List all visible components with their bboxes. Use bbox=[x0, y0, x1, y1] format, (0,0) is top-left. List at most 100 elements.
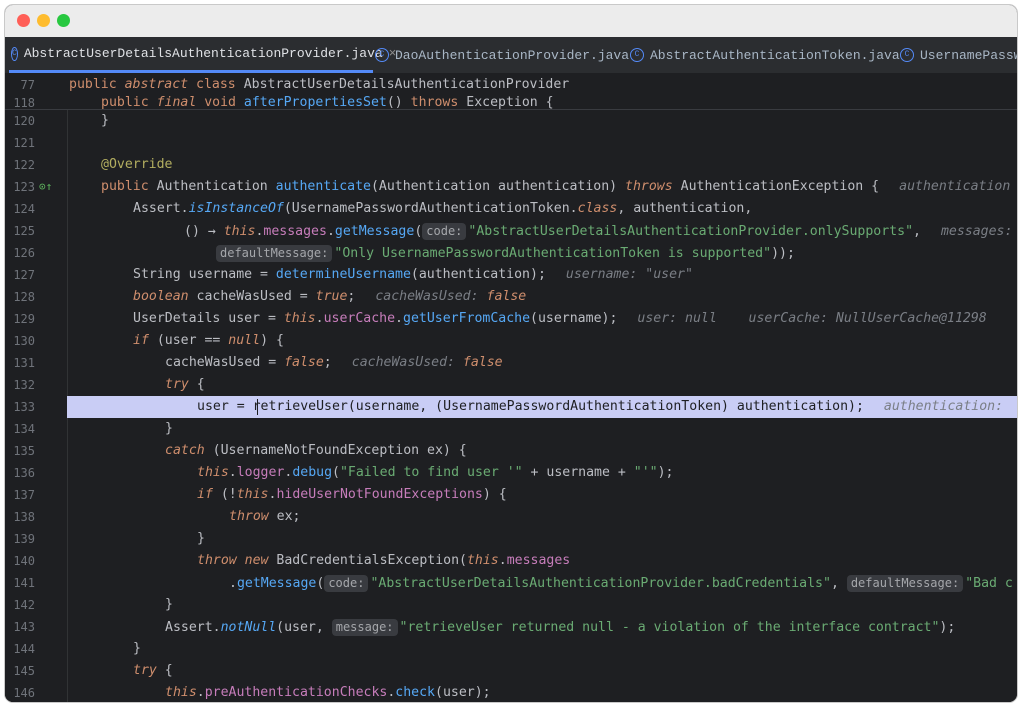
code-row: 127 String username = determineUsername(a… bbox=[5, 264, 1017, 286]
code-line: public abstract class AbstractUserDetail… bbox=[69, 77, 570, 92]
code-token: "Bad c bbox=[965, 576, 1013, 591]
code-token: userCache bbox=[323, 311, 396, 326]
line-number[interactable]: 125 bbox=[5, 224, 35, 238]
line-number[interactable]: 130 bbox=[5, 334, 35, 348]
code-line: String username = determineUsername(auth… bbox=[133, 267, 693, 282]
line-number[interactable]: 124 bbox=[5, 202, 35, 216]
parameter-hint: code: bbox=[324, 575, 369, 592]
code-line: throw ex; bbox=[229, 509, 300, 524]
line-number[interactable]: 128 bbox=[5, 290, 35, 304]
sticky-scroll-header[interactable]: 77 public abstract class AbstractUserDet… bbox=[5, 73, 1017, 110]
code-line: } bbox=[165, 597, 173, 612]
line-number[interactable]: 129 bbox=[5, 312, 35, 326]
code-token: "'" bbox=[633, 465, 658, 480]
code-token: this bbox=[165, 685, 197, 700]
tab-username-password[interactable]: C UsernamePasswo bbox=[900, 37, 1017, 73]
code-token: notNull bbox=[220, 620, 277, 635]
code-token: class bbox=[577, 201, 618, 216]
java-class-icon: C bbox=[900, 48, 914, 62]
line-number[interactable]: 121 bbox=[5, 136, 35, 150]
line-number[interactable]: 139 bbox=[5, 532, 35, 546]
code-token: throw bbox=[229, 509, 277, 524]
inline-debug-value: cacheWasUsed: bbox=[375, 289, 487, 304]
line-number[interactable]: 136 bbox=[5, 466, 35, 480]
inline-debug-value: authentication bbox=[899, 179, 1011, 194]
line-number[interactable]: 131 bbox=[5, 356, 35, 370]
code-row: 142} bbox=[5, 594, 1017, 616]
inline-debug-value: authentication: bbox=[883, 399, 1004, 414]
code-token: if bbox=[197, 487, 221, 502]
code-token: } bbox=[197, 531, 205, 546]
code-token: Authentication bbox=[156, 179, 276, 194]
code-line: defaultMessage: "Only UsernamePasswordAut… bbox=[216, 245, 795, 262]
code-token: "AbstractUserDetailsAuthenticationProvid… bbox=[468, 224, 914, 239]
code-token: UserDetails user = bbox=[133, 311, 284, 326]
code-line: try { bbox=[133, 663, 173, 678]
code-token: preAuthenticationChecks bbox=[204, 685, 388, 700]
line-number[interactable]: 140 bbox=[5, 554, 35, 568]
code-row: 145 try { bbox=[5, 660, 1017, 682]
code-row: 130 if (user == null) { bbox=[5, 330, 1017, 352]
code-token: } bbox=[101, 113, 109, 128]
line-number[interactable]: 127 bbox=[5, 268, 35, 282]
sticky-line: 118 public final void afterPropertiesSet… bbox=[5, 93, 1017, 109]
parameter-hint: defaultMessage: bbox=[216, 245, 333, 262]
code-row: 122 @Override bbox=[5, 154, 1017, 176]
line-number: 77 bbox=[20, 78, 35, 92]
code-token: ex; bbox=[276, 509, 301, 524]
tab-abstract-auth-token[interactable]: C AbstractAuthenticationToken.java bbox=[630, 37, 900, 73]
code-line: } bbox=[101, 113, 109, 128]
line-number[interactable]: 144 bbox=[5, 642, 35, 656]
line-number[interactable]: 132 bbox=[5, 378, 35, 392]
java-class-icon: C bbox=[375, 48, 389, 62]
line-number[interactable]: 135 bbox=[5, 444, 35, 458]
code-editor[interactable]: 77 public abstract class AbstractUserDet… bbox=[5, 73, 1017, 702]
line-number[interactable]: 120 bbox=[5, 114, 35, 128]
code-row: 139} bbox=[5, 528, 1017, 550]
code-row: 126 defaultMessage: "Only UsernamePassword… bbox=[5, 242, 1017, 264]
line-number[interactable]: 122 bbox=[5, 158, 35, 172]
line-number[interactable]: 145 bbox=[5, 664, 35, 678]
code-token: hideUserNotFoundExceptions bbox=[276, 487, 483, 502]
tab-dao-auth-provider[interactable]: C DaoAuthenticationProvider.java bbox=[375, 37, 629, 73]
code-token: (UsernameNotFoundException ex) { bbox=[212, 443, 467, 458]
line-number[interactable]: 141 bbox=[5, 576, 35, 590]
code-line: public Authentication authenticate(Authe… bbox=[101, 179, 1010, 194]
code-token: (user, bbox=[276, 620, 332, 635]
maximize-window-button[interactable] bbox=[57, 14, 70, 27]
line-number[interactable]: 146 bbox=[5, 686, 35, 700]
line-number[interactable]: 123 bbox=[5, 180, 35, 194]
line-number[interactable]: 138 bbox=[5, 510, 35, 524]
code-token: . bbox=[395, 311, 403, 326]
code-token: getUserFromCache bbox=[403, 311, 531, 326]
code-token: false bbox=[284, 355, 324, 370]
tab-abstract-user-details-auth-provider[interactable]: C AbstractUserDetailsAuthenticationProvi… bbox=[9, 37, 396, 73]
code-row: 137 if (!this.hideUserNotFoundExceptions)… bbox=[5, 484, 1017, 506]
code-token: { bbox=[164, 663, 173, 678]
code-token: } bbox=[165, 421, 173, 436]
code-token: , bbox=[830, 576, 847, 591]
close-window-button[interactable] bbox=[17, 14, 30, 27]
code-token: ) bbox=[609, 179, 626, 194]
code-token: String username = bbox=[133, 267, 276, 282]
minimize-window-button[interactable] bbox=[37, 14, 50, 27]
tab-label: AbstractAuthenticationToken.java bbox=[650, 47, 900, 63]
code-token: Assert. bbox=[165, 620, 221, 635]
code-token: . bbox=[498, 553, 507, 568]
code-row: 135 catch (UsernameNotFoundException ex) … bbox=[5, 440, 1017, 462]
code-row: 144} bbox=[5, 638, 1017, 660]
line-number[interactable]: 143 bbox=[5, 620, 35, 634]
code-row: 128 boolean cacheWasUsed = true; cacheWasU… bbox=[5, 286, 1017, 308]
line-number[interactable]: 142 bbox=[5, 598, 35, 612]
line-number[interactable]: 137 bbox=[5, 488, 35, 502]
code-token: ; bbox=[347, 289, 356, 304]
code-token: true bbox=[315, 289, 348, 304]
code-line: boolean cacheWasUsed = true; cacheWasUsed… bbox=[133, 289, 526, 304]
line-number[interactable]: 134 bbox=[5, 422, 35, 436]
code-token: , bbox=[913, 224, 921, 239]
line-number[interactable]: 126 bbox=[5, 246, 35, 260]
implements-method-icon[interactable]: ⊙↑ bbox=[39, 180, 53, 194]
code-line: () → this.messages.getMessage(code: "Abst… bbox=[184, 223, 1017, 240]
line-number[interactable]: 133 bbox=[5, 400, 35, 414]
code-token: . bbox=[196, 685, 205, 700]
